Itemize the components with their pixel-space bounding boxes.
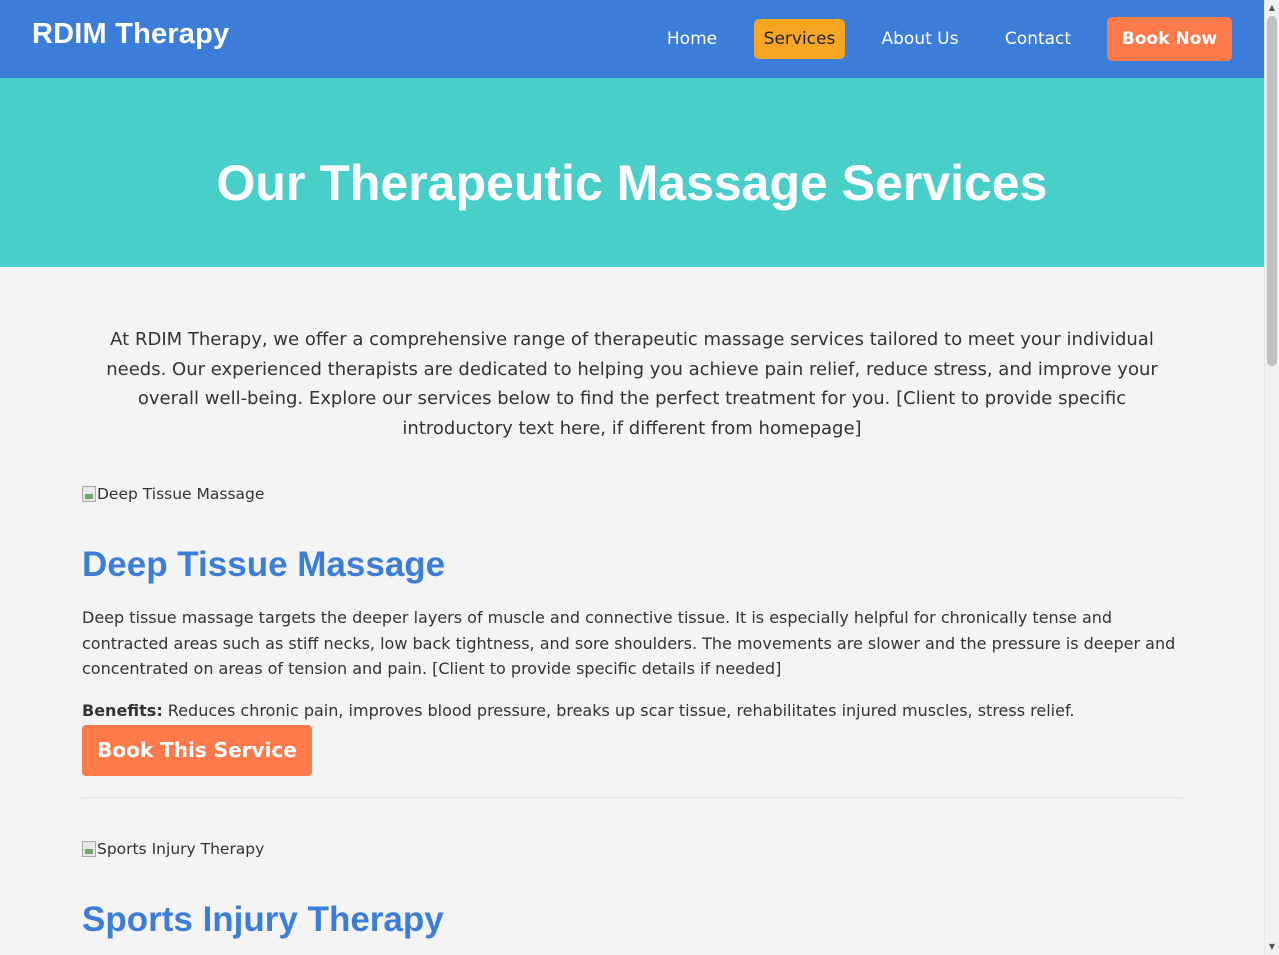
- top-navbar: RDIM Therapy Home Services About Us Cont…: [0, 0, 1264, 78]
- scrollbar-thumb[interactable]: [1267, 16, 1277, 366]
- service-image: Deep Tissue Massage: [82, 485, 264, 503]
- service-title: Sports Injury Therapy: [82, 900, 444, 939]
- service-benefits: Benefits: Reduces chronic pain, improves…: [82, 699, 1182, 723]
- service-image-alt: Deep Tissue Massage: [97, 485, 265, 503]
- nav-contact-link[interactable]: Contact: [995, 19, 1081, 59]
- service-image-alt: Sports Injury Therapy: [97, 840, 265, 858]
- nav-services-link[interactable]: Services: [754, 19, 845, 59]
- nav-about-link[interactable]: About Us: [870, 19, 970, 59]
- page-title: Our Therapeutic Massage Services: [216, 155, 1048, 211]
- service-description: Deep tissue massage targets the deeper l…: [82, 608, 1176, 678]
- scroll-up-arrow-icon[interactable]: ▲: [1265, 2, 1279, 14]
- service-title: Deep Tissue Massage: [82, 545, 446, 584]
- book-now-button[interactable]: Book Now: [1107, 17, 1232, 61]
- nav-home-link[interactable]: Home: [656, 19, 728, 59]
- vertical-scrollbar[interactable]: ▲ ▼: [1264, 0, 1279, 955]
- benefits-text: Reduces chronic pain, improves blood pre…: [162, 701, 1075, 720]
- broken-image-icon: [82, 841, 96, 857]
- service-image: Sports Injury Therapy: [82, 840, 264, 858]
- hero-banner: Our Therapeutic Massage Services: [0, 78, 1264, 267]
- section-divider: [82, 797, 1182, 798]
- site-logo-text[interactable]: RDIM Therapy: [32, 18, 229, 51]
- broken-image-icon: [82, 486, 96, 502]
- intro-paragraph: At RDIM Therapy, we offer a comprehensiv…: [106, 329, 1158, 439]
- scroll-down-arrow-icon[interactable]: ▼: [1265, 941, 1279, 953]
- book-this-service-button[interactable]: Book This Service: [82, 725, 312, 776]
- benefits-label: Benefits:: [82, 701, 163, 720]
